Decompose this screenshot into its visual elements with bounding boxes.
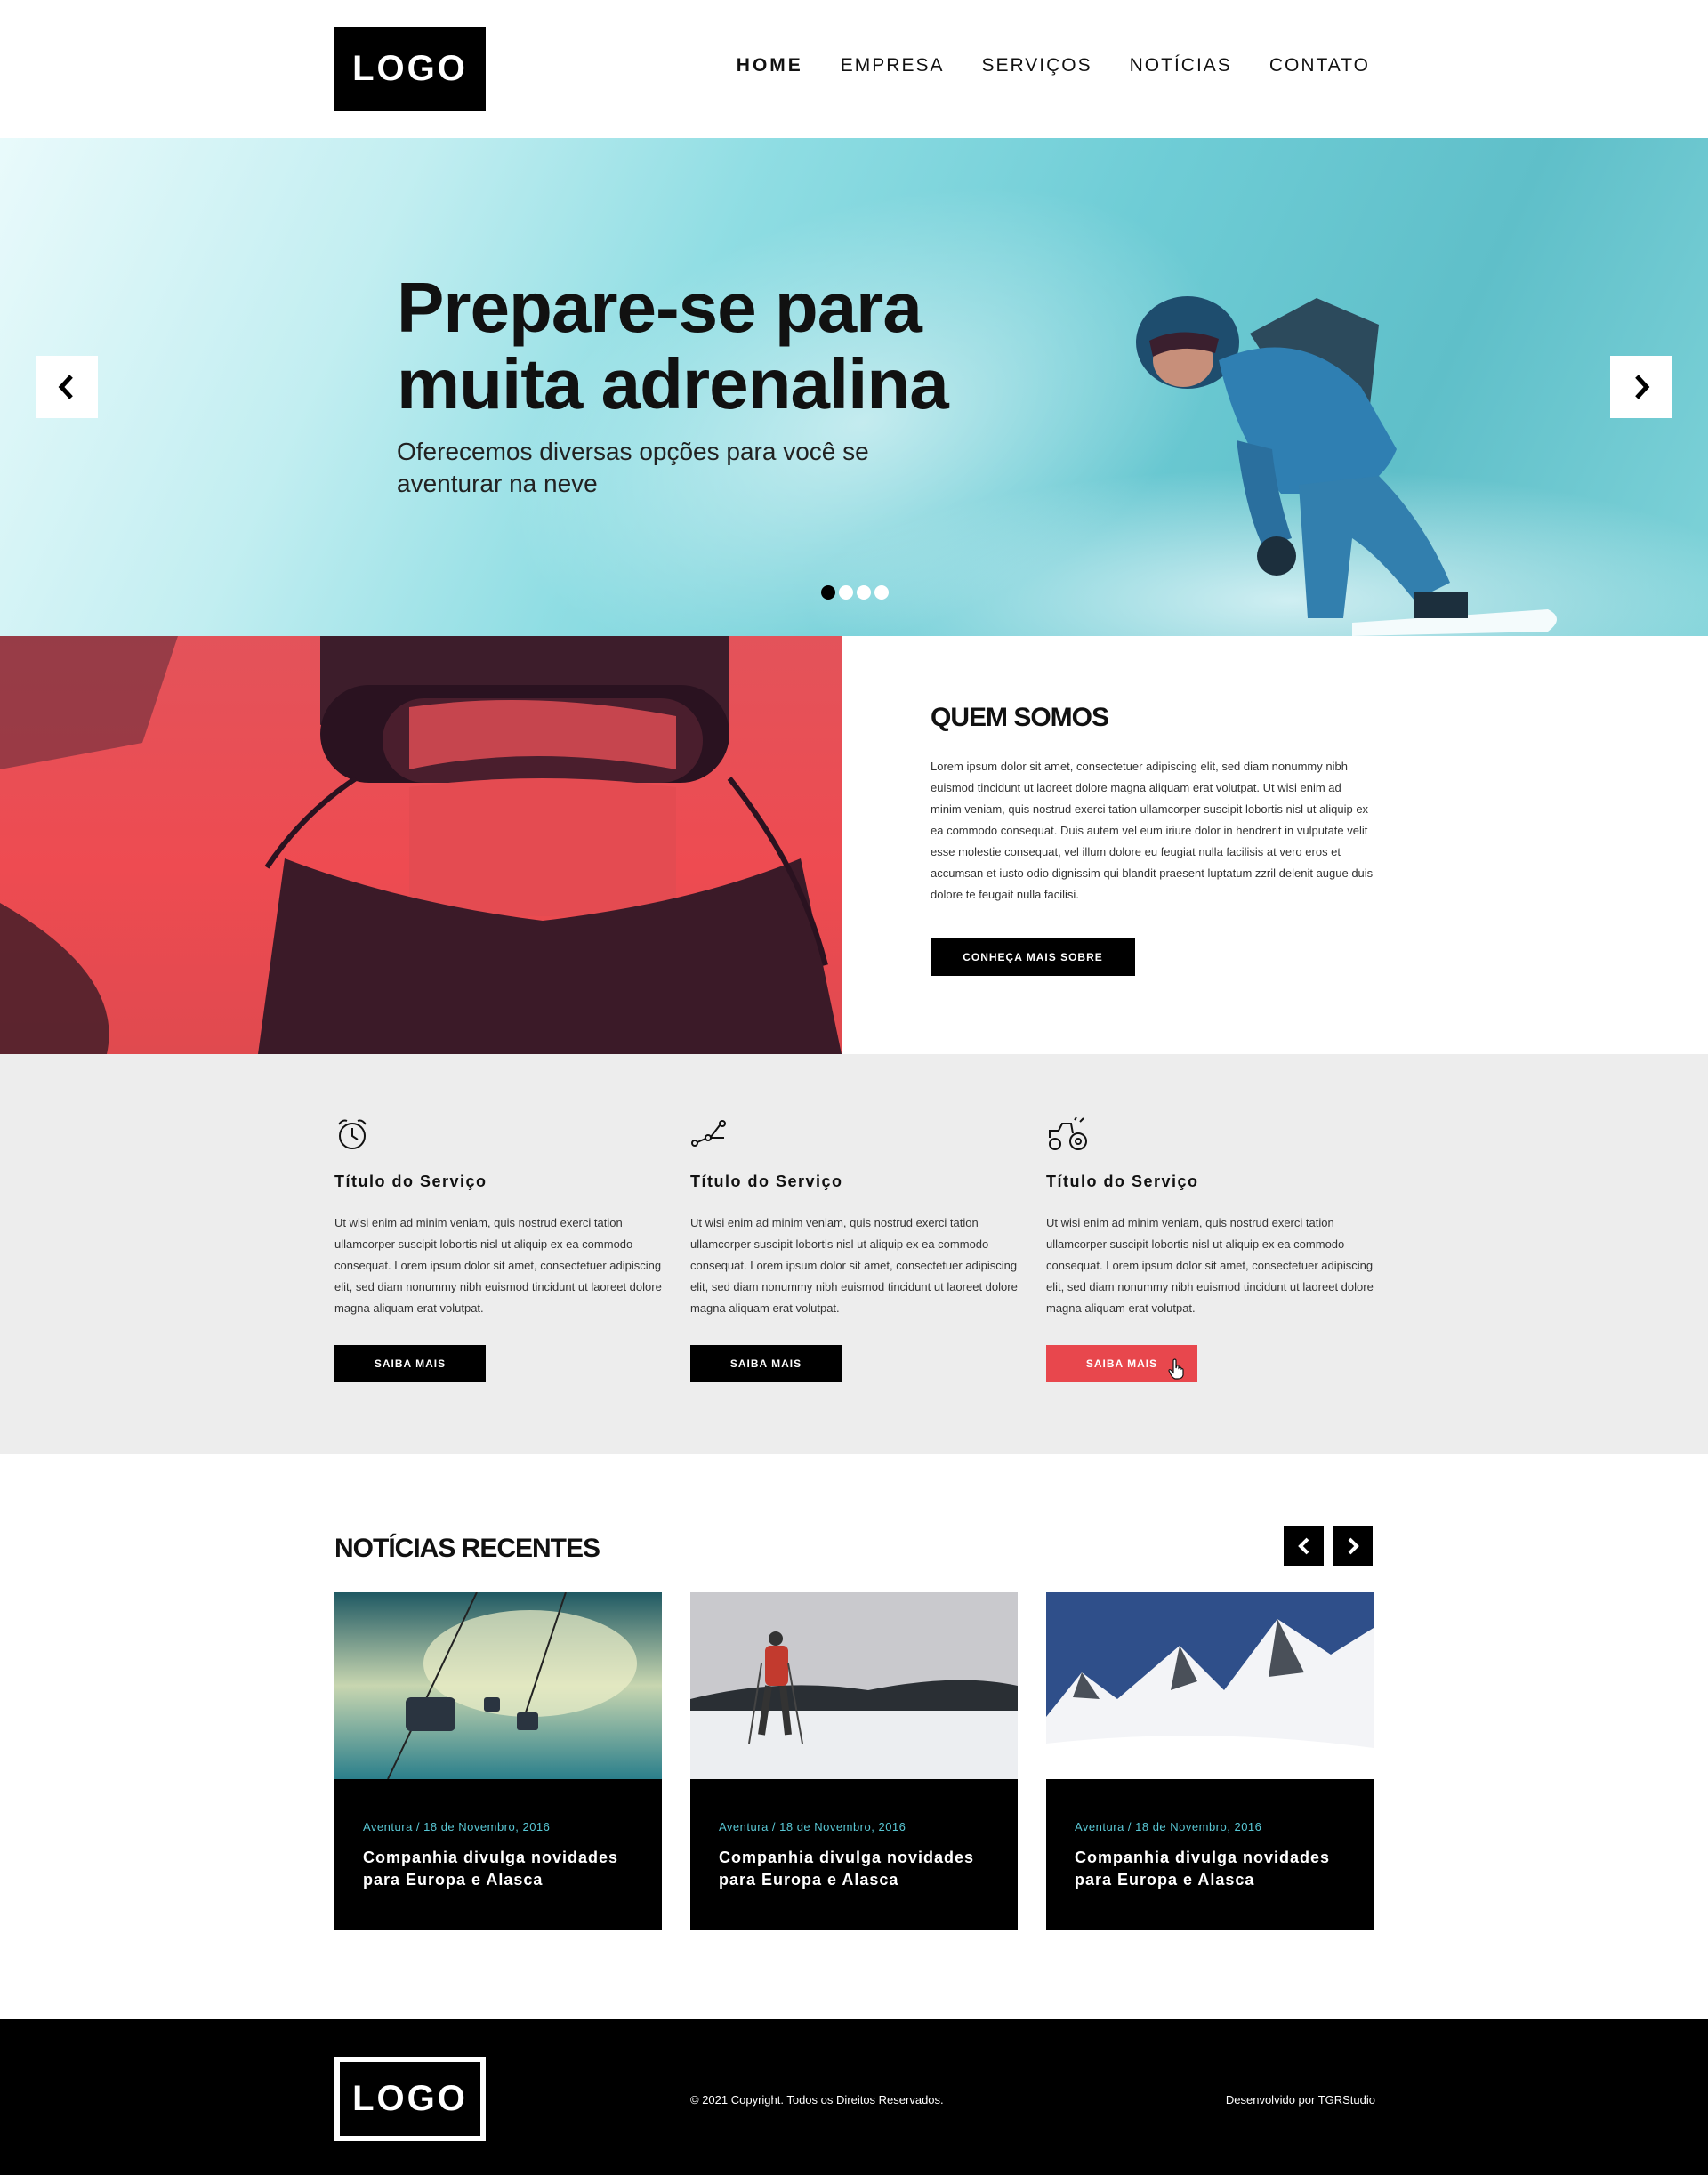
service-more-button[interactable]: SAIBA MAIS [334,1345,486,1382]
news-meta: Aventura / 18 de Novembro, 2016 [719,1820,906,1833]
service-body: Ut wisi enim ad minim veniam, quis nostr… [690,1216,1018,1315]
news-headline: Companhia divulga novidades para Europa … [1075,1849,1331,1889]
chevron-left-icon [58,375,73,399]
service-title: Título do Serviço [334,1172,487,1190]
hero-title: Prepare-se para muita adrenalina [397,268,949,423]
about-more-button[interactable]: CONHEÇA MAIS SOBRE [931,938,1135,976]
about-section: QUEM SOMOS Lorem ipsum dolor sit amet, c… [931,703,1375,906]
footer-logo[interactable]: LOGO [334,2057,486,2141]
nav-item-home[interactable]: HOME [737,55,803,77]
footer-copyright: © 2021 Copyright. Todos os Direitos Rese… [690,2093,944,2107]
hero-prev-button[interactable] [36,356,98,418]
service-card: Título do Serviço Ut wisi enim ad minim … [334,1116,668,1319]
goggles-portrait-illustration [0,636,842,1054]
slider-dots [821,585,889,600]
service-card: Título do Serviço Ut wisi enim ad minim … [1046,1116,1380,1319]
slider-dot[interactable] [839,585,853,600]
footer-developer-credit[interactable]: Desenvolvido por TGRStudio [1226,2093,1375,2107]
hand-cursor-icon [1168,1358,1184,1380]
news-image-skier [690,1592,1018,1779]
service-body: Ut wisi enim ad minim veniam, quis nostr… [1046,1216,1374,1315]
nav-item-empresa[interactable]: EMPRESA [841,55,945,77]
nav-item-noticias[interactable]: NOTÍCIAS [1130,55,1232,77]
news-card[interactable]: Aventura / 18 de Novembro, 2016 Companhi… [334,1592,662,1930]
news-meta: Aventura / 18 de Novembro, 2016 [363,1820,551,1833]
tractor-icon [1049,1116,1087,1150]
news-card[interactable]: Aventura / 18 de Novembro, 2016 Companhi… [1046,1592,1374,1930]
about-title: QUEM SOMOS [931,703,1109,732]
snowboarder-illustration [1136,296,1557,636]
slider-dot[interactable] [821,585,835,600]
node-path-icon [691,1120,726,1147]
nav-item-contato[interactable]: CONTATO [1269,55,1370,77]
hero-subtitle: Oferecemos diversas opções para você se … [397,438,869,497]
service-body: Ut wisi enim ad minim veniam, quis nostr… [334,1216,662,1315]
news-title: NOTÍCIAS RECENTES [334,1534,600,1563]
news-prev-button[interactable] [1284,1526,1324,1566]
site-footer: LOGO © 2021 Copyright. Todos os Direitos… [0,2019,1708,2175]
about-body: Lorem ipsum dolor sit amet, consectetuer… [931,760,1374,901]
news-image-mountains [1046,1592,1374,1779]
site-header: LOGO HOME EMPRESA SERVIÇOS NOTÍCIAS CONT… [0,0,1708,138]
service-more-button[interactable]: SAIBA MAIS [690,1345,842,1382]
slider-dot[interactable] [857,585,871,600]
hero-next-button[interactable] [1610,356,1672,418]
service-title: Título do Serviço [690,1172,843,1190]
news-image-cable-car [334,1592,662,1779]
main-nav: HOME EMPRESA SERVIÇOS NOTÍCIAS CONTATO [737,55,1370,77]
news-headline: Companhia divulga novidades para Europa … [363,1849,619,1889]
service-title: Título do Serviço [1046,1172,1199,1190]
nav-item-servicos[interactable]: SERVIÇOS [981,55,1092,77]
about-photo [0,636,842,1054]
news-card[interactable]: Aventura / 18 de Novembro, 2016 Companhi… [690,1592,1018,1930]
service-card: Título do Serviço Ut wisi enim ad minim … [690,1116,1024,1319]
chevron-right-icon [1348,1537,1359,1554]
chevron-right-icon [1635,375,1650,399]
chevron-left-icon [1297,1537,1309,1554]
news-next-button[interactable] [1333,1526,1373,1566]
header-logo[interactable]: LOGO [334,27,486,111]
news-headline: Companhia divulga novidades para Europa … [719,1849,975,1889]
slider-dot[interactable] [874,585,889,600]
services-section: Título do Serviço Ut wisi enim ad minim … [0,1054,1708,1454]
alarm-clock-icon [338,1119,367,1149]
news-meta: Aventura / 18 de Novembro, 2016 [1075,1820,1262,1833]
hero-slider: Prepare-se para muita adrenalina Oferece… [0,138,1708,636]
